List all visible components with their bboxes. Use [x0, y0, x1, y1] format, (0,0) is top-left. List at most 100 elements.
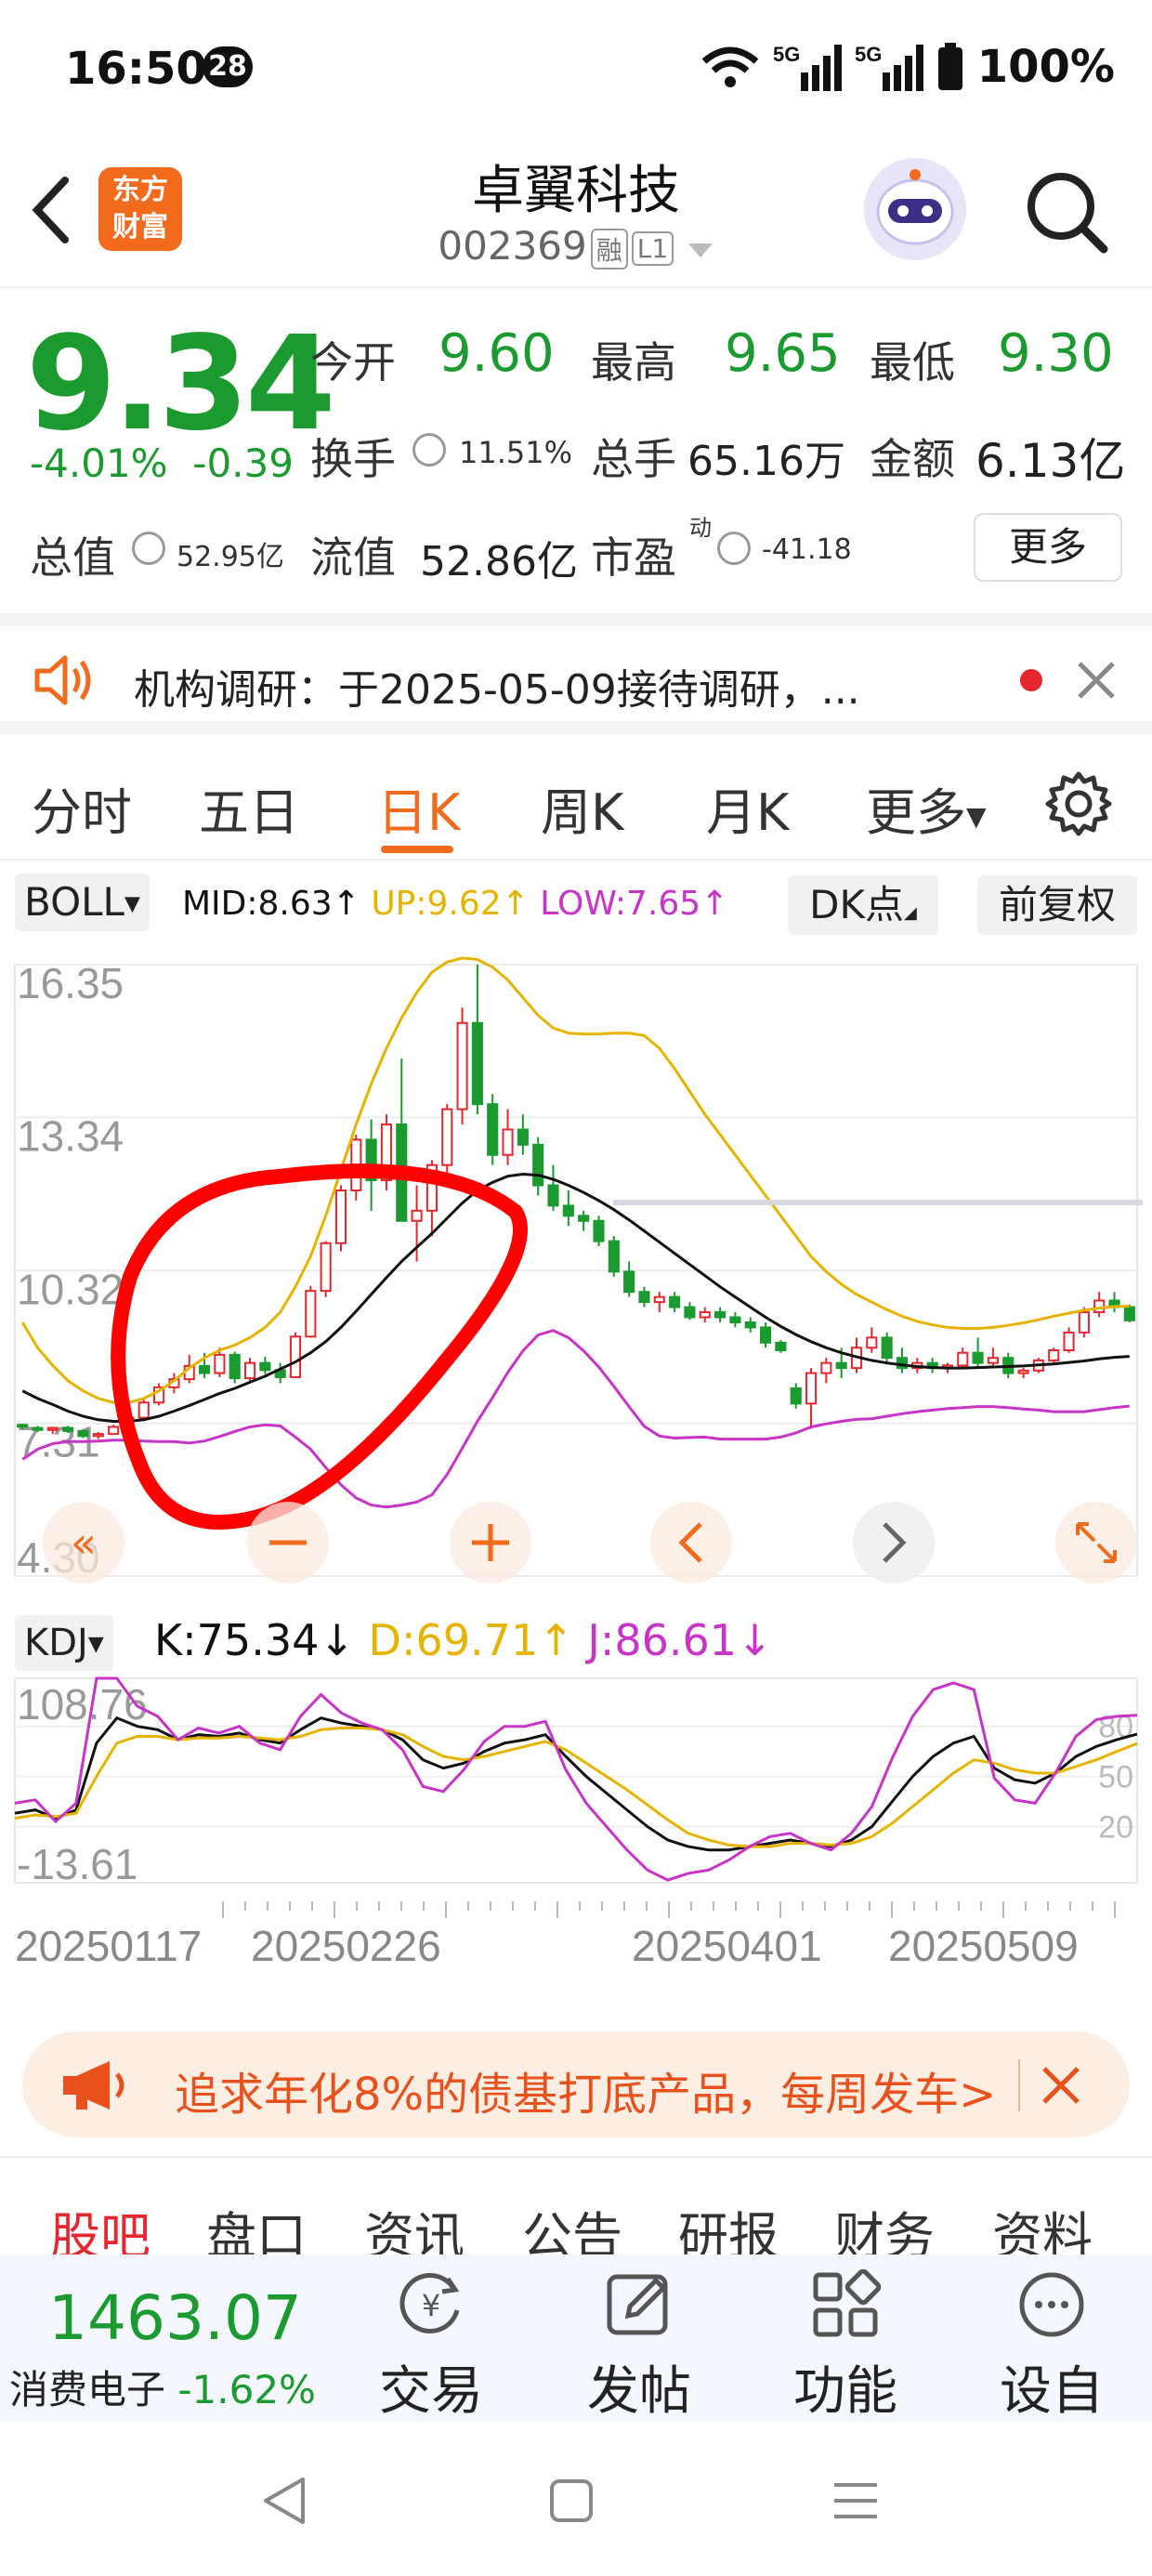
candle-body [1123, 1306, 1135, 1321]
candle-body [532, 1143, 544, 1187]
candle-body [456, 1021, 468, 1111]
candle-body [259, 1361, 271, 1372]
candle-body [334, 1189, 347, 1244]
svg-text:¥: ¥ [422, 2288, 440, 2323]
status-indicators: 5G 5G 100% [700, 41, 1115, 93]
candle-body [593, 1219, 605, 1242]
float-cap-label: 流值 [310, 532, 396, 583]
candle-body [198, 1364, 211, 1374]
candle-body [669, 1295, 681, 1308]
sector-index-value[interactable]: 1463.07 [48, 2282, 302, 2354]
candle-body [92, 1433, 104, 1438]
candle-body [972, 1351, 984, 1364]
signal-icon-2: 5G [855, 43, 923, 91]
kdj-level-label: 50 [1098, 1760, 1133, 1795]
tab-daily-k[interactable]: 日K [377, 771, 460, 845]
active-tab-underline [381, 846, 453, 853]
tab-monthly-k[interactable]: 月K [706, 771, 789, 845]
candle-body [547, 1184, 559, 1207]
dk-point-label: DK点 [809, 882, 905, 927]
trade-button[interactable]: ¥ 交易 [357, 2269, 505, 2425]
candle-body [502, 1128, 514, 1156]
candle-body [638, 1291, 650, 1304]
turnover-value: 11.51% [459, 435, 573, 470]
candle-body [77, 1429, 89, 1438]
dk-point-button[interactable]: DK点◢ [788, 875, 938, 935]
candle-body [214, 1353, 226, 1374]
nav-home-icon[interactable] [548, 2477, 595, 2524]
assistant-avatar[interactable] [864, 158, 966, 260]
tab-more-label: 更多 [866, 783, 966, 842]
boll-lines [20, 956, 1130, 1509]
info-icon[interactable] [412, 433, 446, 467]
candle-body [411, 1209, 423, 1222]
nav-back-icon[interactable] [260, 2474, 308, 2528]
notice-bar[interactable]: 机构调研：于2025-05-09接待调研，... [0, 613, 1152, 734]
candle-body [775, 1341, 787, 1352]
dropdown-caret-icon: ▼ [87, 1633, 104, 1656]
chart-period-tabs: 分时 五日 日K 周K 月K 更多▼ [0, 749, 1152, 861]
candle-body [1017, 1369, 1029, 1374]
post-label: 发帖 [587, 2361, 691, 2422]
tab-weekly-k[interactable]: 周K [541, 771, 623, 845]
candle-body [243, 1361, 256, 1380]
open-value: 9.60 [439, 323, 555, 384]
high-label: 最高 [591, 337, 676, 388]
tab-five-day[interactable]: 五日 [199, 771, 299, 845]
candle-body [1063, 1331, 1075, 1352]
market-cap-value: 52.95亿 [177, 541, 284, 573]
function-label: 功能 [793, 2361, 897, 2422]
date-tick-label: 20250226 [251, 1922, 441, 1970]
notification-badge: 28 [203, 46, 253, 87]
sector-change: -1.62% [177, 2367, 316, 2412]
date-tick-label: 20250401 [632, 1922, 822, 1970]
price-tick-label: 13.34 [17, 1111, 124, 1160]
svg-text:5G: 5G [855, 43, 882, 66]
function-button[interactable]: 功能 [771, 2268, 920, 2425]
unread-dot [1020, 669, 1042, 691]
speaker-icon [34, 655, 91, 705]
info-icon[interactable] [132, 532, 165, 565]
grid-apps-icon [813, 2268, 882, 2337]
sector-index-line[interactable]: 消费电子 -1.62% [9, 2359, 316, 2415]
stock-code-line[interactable]: 002369 融 L1 [0, 223, 1152, 269]
candle-body [441, 1108, 453, 1166]
sector-name: 消费电子 [9, 2367, 166, 2412]
tab-intraday[interactable]: 分时 [32, 771, 132, 845]
status-time: 16:50 [65, 43, 207, 95]
candle-body [881, 1336, 893, 1360]
candlestick-chart[interactable]: 16.3513.3410.327.314.30 « [0, 942, 1152, 1602]
volume-value: 65.16万 [687, 438, 845, 485]
adjust-button[interactable]: 前复权 [977, 875, 1137, 935]
high-value: 9.65 [725, 323, 841, 384]
info-icon[interactable] [717, 532, 751, 565]
candle-body [1078, 1311, 1090, 1334]
more-quote-button[interactable]: 更多 [974, 513, 1122, 582]
search-icon[interactable] [1022, 167, 1111, 256]
candle-body [562, 1204, 574, 1217]
main-indicator-select[interactable]: BOLL▼ [15, 874, 150, 931]
candle-body [62, 1426, 74, 1432]
tab-more[interactable]: 更多▼ [866, 771, 987, 845]
candle-body [623, 1270, 635, 1294]
scroll-start-icon[interactable]: « [71, 1518, 97, 1568]
amount-value: 6.13亿 [975, 434, 1126, 488]
float-cap-value: 52.86亿 [420, 538, 578, 585]
close-icon[interactable] [1039, 2063, 1083, 2108]
promo-banner[interactable]: 追求年化8%的债基打底产品，每周发车> [22, 2031, 1130, 2137]
kdj-values: K:75.34↓ D:69.71↑ J:86.61↓ [154, 1615, 773, 1665]
nav-menu-icon[interactable] [831, 2479, 881, 2522]
candle-body [835, 1361, 847, 1370]
wifi-icon [701, 46, 758, 87]
candle-body [653, 1295, 665, 1304]
sub-indicator-select[interactable]: KDJ▼ [15, 1615, 113, 1671]
close-icon[interactable] [1074, 658, 1119, 703]
battery-level: 100% [976, 41, 1115, 93]
settings-gear-icon[interactable] [1044, 769, 1113, 838]
date-tick-label: 20250117 [15, 1922, 202, 1970]
kdj-chart[interactable]: 108.76-13.61805020 20250117 20250226 20250… [0, 1673, 1152, 2026]
kdj-level-label: 20 [1098, 1810, 1133, 1846]
candle-body [820, 1361, 832, 1374]
system-nav-bar [0, 2422, 1152, 2576]
post-button[interactable]: 发帖 [565, 2269, 713, 2425]
